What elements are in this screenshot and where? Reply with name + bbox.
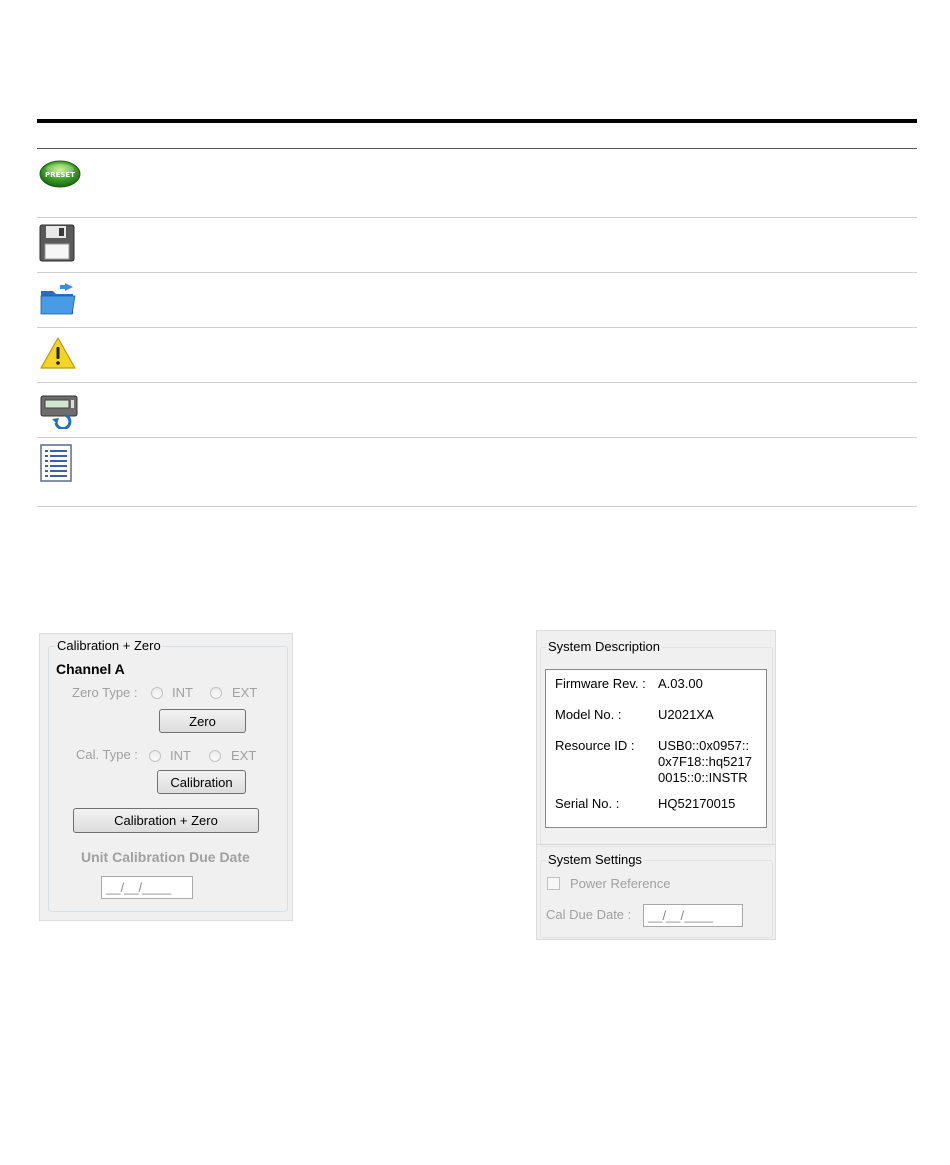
- system-description-title: System Description: [546, 639, 662, 654]
- zero-button[interactable]: Zero: [159, 709, 246, 733]
- due-date-input[interactable]: [101, 876, 193, 899]
- zero-type-label: Zero Type :: [72, 685, 138, 700]
- calibration-panel: Calibration + Zero Channel A Zero Type :…: [39, 633, 293, 921]
- save-icon: [39, 224, 77, 262]
- instrument-reset-icon: [39, 391, 78, 429]
- zero-type-int-label: INT: [172, 685, 193, 700]
- top-rule: [37, 119, 917, 123]
- firmware-value: A.03.00: [658, 676, 703, 691]
- model-label: Model No. :: [555, 707, 622, 722]
- calibration-zero-button[interactable]: Calibration + Zero: [73, 808, 259, 833]
- cal-type-ext-radio[interactable]: [209, 750, 221, 762]
- calibration-button[interactable]: Calibration: [157, 770, 246, 794]
- channel-label: Channel A: [56, 661, 125, 677]
- resource-id-line2: 0x7F18::hq5217: [658, 754, 752, 769]
- cal-type-int-radio[interactable]: [149, 750, 161, 762]
- power-reference-label: Power Reference: [570, 876, 671, 891]
- resource-id-line1: USB0::0x0957::: [658, 738, 750, 753]
- log-list-icon: [39, 444, 77, 482]
- icon-row: [37, 273, 917, 328]
- system-settings-title: System Settings: [546, 852, 644, 867]
- cal-type-int-label: INT: [170, 748, 191, 763]
- icon-row: PRESET: [37, 149, 917, 218]
- cal-due-date-label: Cal Due Date :: [546, 907, 632, 922]
- preset-icon: PRESET: [39, 159, 81, 195]
- icon-row: [37, 438, 917, 507]
- icon-row: [37, 383, 917, 438]
- system-description-box: Firmware Rev. : A.03.00 Model No. : U202…: [545, 669, 767, 828]
- zero-type-int-radio[interactable]: [151, 687, 163, 699]
- open-folder-icon: [39, 281, 77, 317]
- preset-icon-label: PRESET: [45, 171, 75, 179]
- resource-id-label: Resource ID :: [555, 738, 635, 753]
- serial-value: HQ52170015: [658, 796, 736, 811]
- panel-divider: [537, 844, 775, 845]
- power-reference-checkbox[interactable]: [547, 877, 560, 890]
- model-value: U2021XA: [658, 707, 714, 722]
- zero-type-ext-radio[interactable]: [210, 687, 222, 699]
- firmware-label: Firmware Rev. :: [555, 676, 646, 691]
- zero-type-ext-label: EXT: [232, 685, 258, 700]
- resource-id-line3: 0015::0::INSTR: [658, 770, 748, 785]
- cal-type-ext-label: EXT: [231, 748, 257, 763]
- calibration-groupbox-title: Calibration + Zero: [55, 638, 163, 653]
- icon-row: [37, 218, 917, 273]
- cal-due-date-input[interactable]: [643, 904, 743, 927]
- serial-label: Serial No. :: [555, 796, 620, 811]
- icon-table: PRESET: [37, 148, 917, 507]
- icon-row: [37, 328, 917, 383]
- system-panel: System Description Firmware Rev. : A.03.…: [536, 630, 776, 940]
- warning-icon: [39, 336, 77, 372]
- due-date-label: Unit Calibration Due Date: [81, 849, 250, 865]
- cal-type-label: Cal. Type :: [76, 747, 138, 762]
